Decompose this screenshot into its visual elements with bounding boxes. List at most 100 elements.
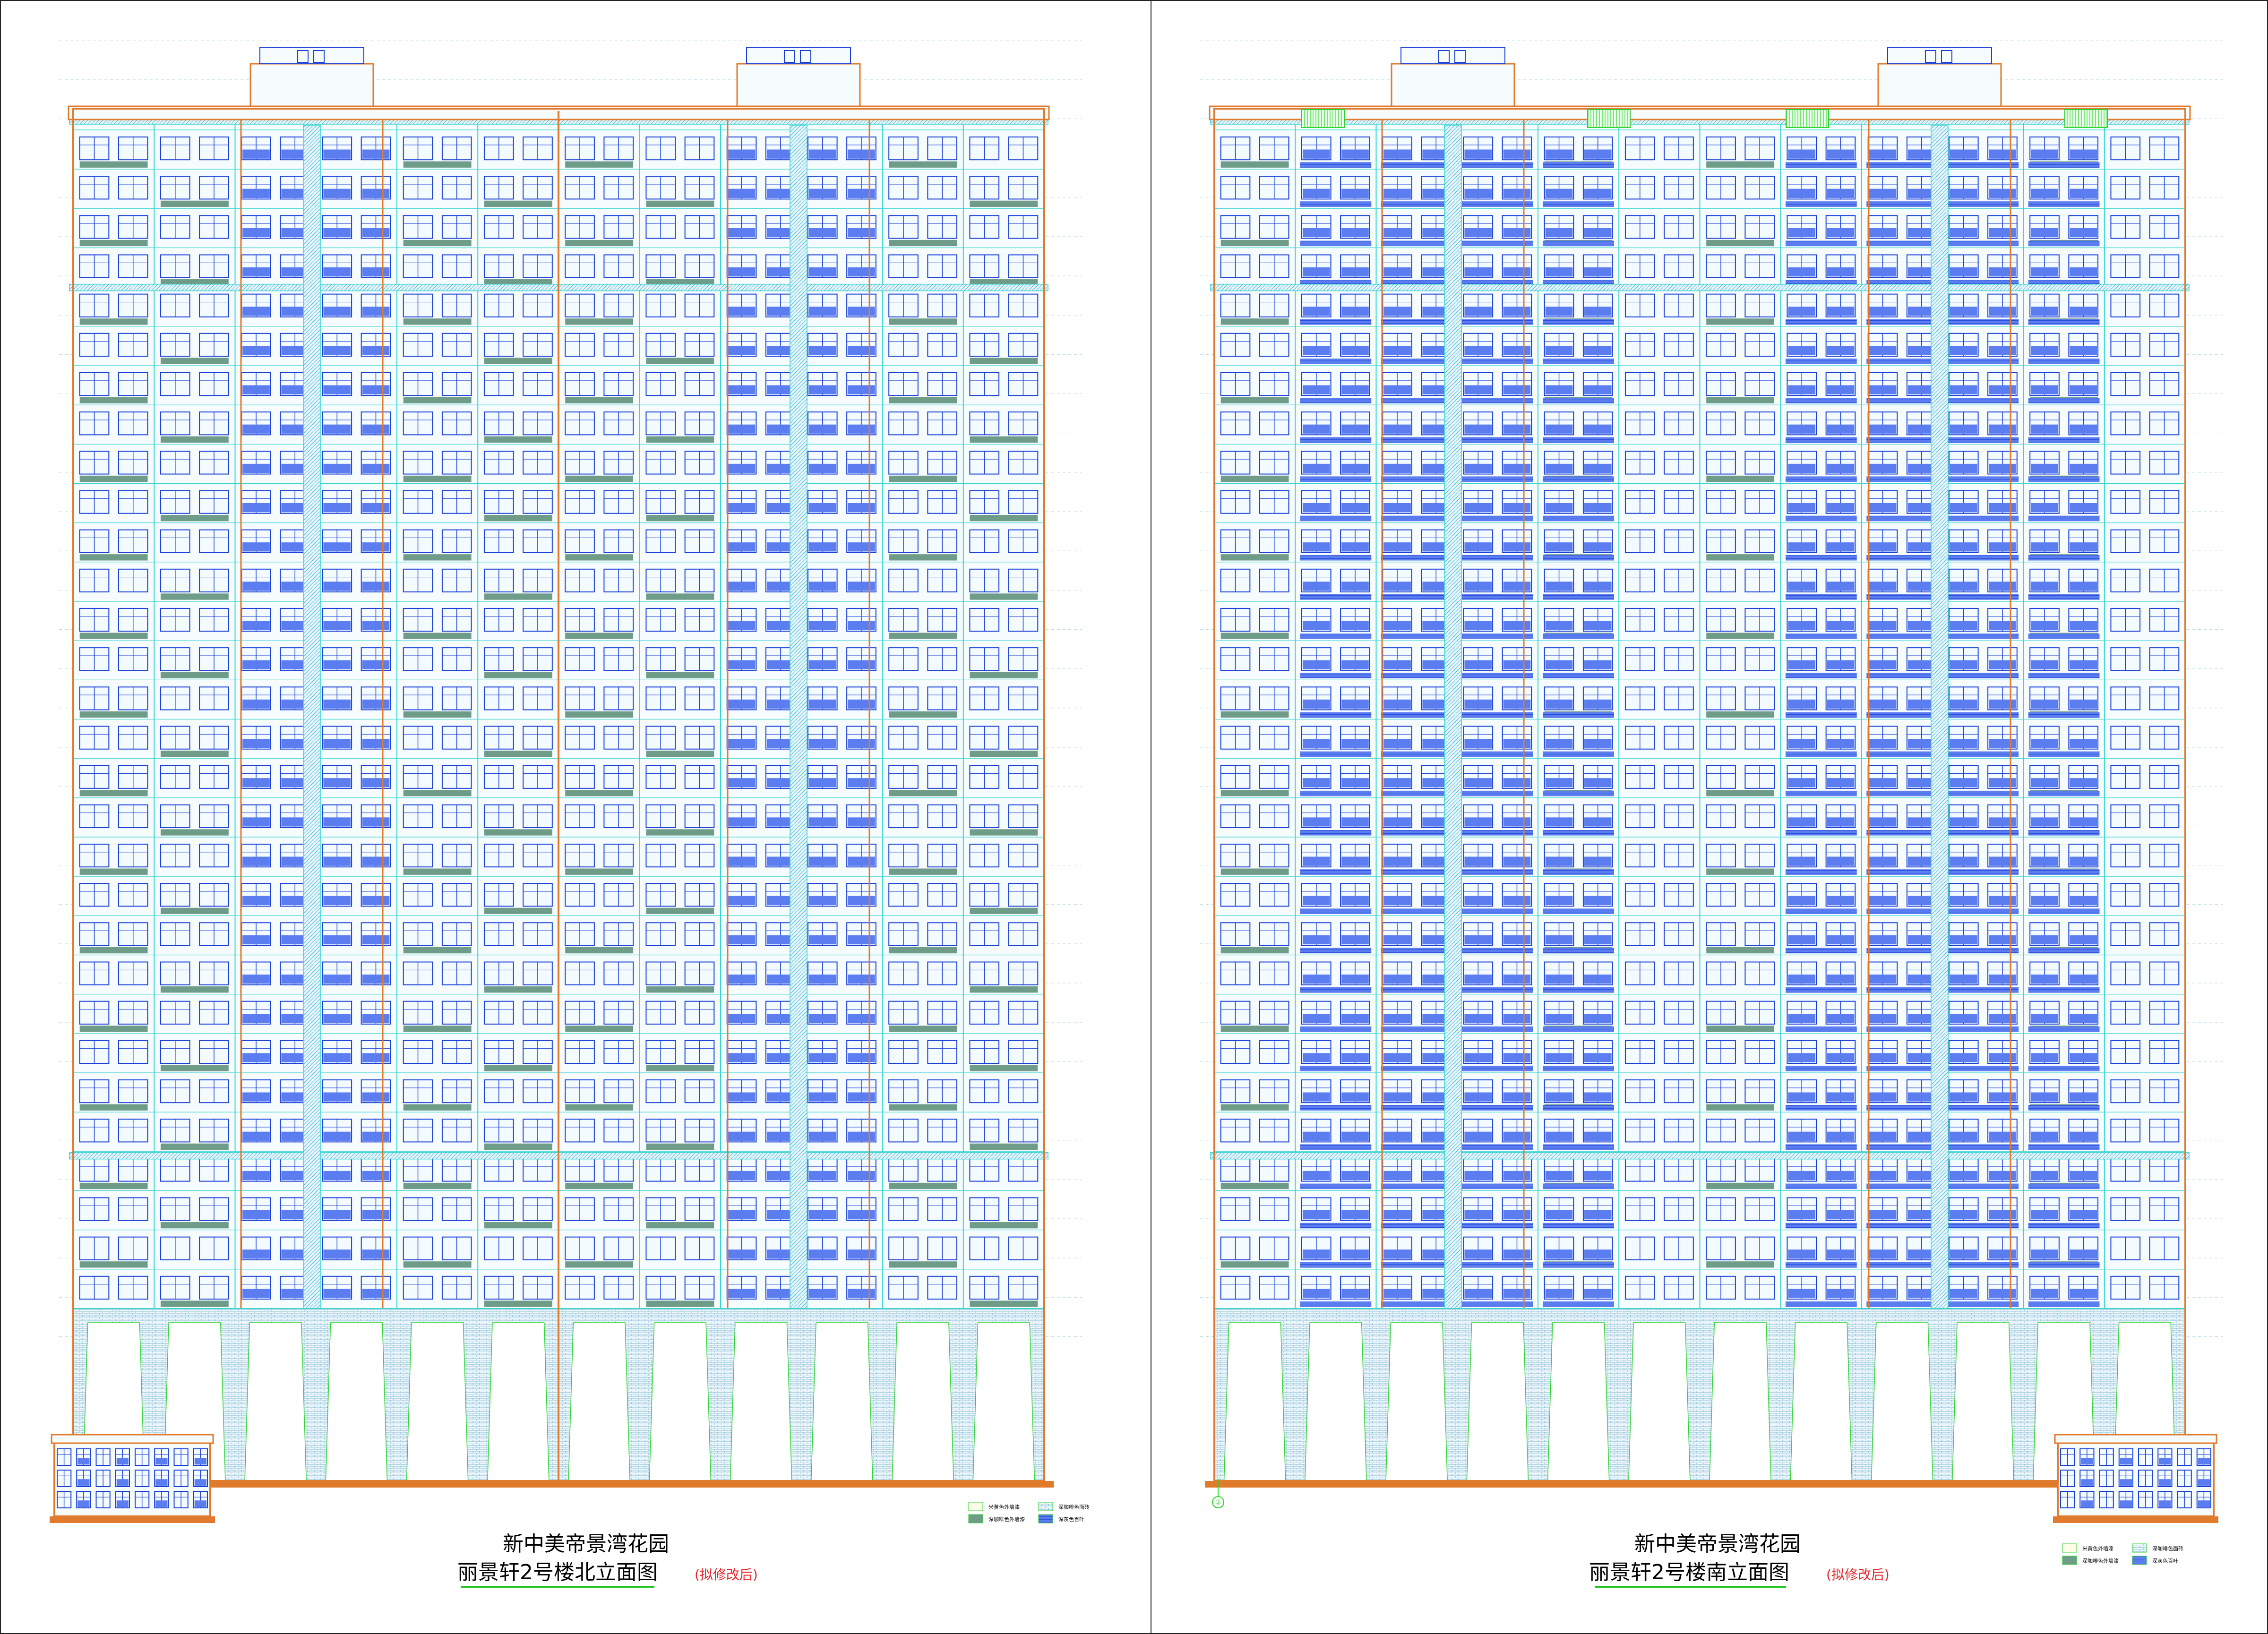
- spandrel-panel: [160, 986, 229, 993]
- spandrel-panel: [565, 397, 634, 403]
- glass-panel: [1989, 307, 2016, 316]
- louver-band: [2028, 948, 2100, 954]
- glass-panel: [808, 463, 836, 473]
- spandrel-panel: [1220, 318, 1289, 325]
- glass-panel: [1545, 1014, 1573, 1023]
- glass-panel: [1869, 346, 1897, 355]
- glass-panel: [2031, 975, 2058, 984]
- spandrel-panel: [970, 751, 1038, 757]
- louver-band: [2028, 555, 2100, 561]
- glass-panel: [362, 228, 390, 238]
- spandrel-panel: [565, 1261, 634, 1268]
- louver-band: [2028, 790, 2100, 796]
- glass-panel: [1950, 739, 1977, 748]
- spandrel-panel: [79, 1182, 148, 1189]
- glass-panel: [848, 739, 875, 748]
- spandrel-panel: [565, 161, 634, 168]
- spandrel-panel: [646, 358, 714, 364]
- glass-panel: [848, 463, 875, 473]
- spandrel-panel: [484, 1065, 552, 1071]
- glass-panel: [1950, 188, 1977, 198]
- spandrel-panel: [403, 1261, 472, 1268]
- glass-panel: [2031, 503, 2058, 513]
- spandrel-panel: [1220, 240, 1289, 247]
- glass-panel: [242, 896, 270, 905]
- glass-panel: [1584, 621, 1612, 630]
- glass-panel: [1545, 582, 1573, 591]
- louver-band: [1381, 476, 1452, 482]
- spandrel-panel: [484, 986, 552, 993]
- louver-band: [1462, 751, 1533, 757]
- glass-panel: [1464, 856, 1492, 866]
- glass-panel: [155, 1458, 168, 1465]
- spandrel-panel: [160, 907, 229, 915]
- glass-panel: [848, 149, 875, 159]
- glass-panel: [1827, 424, 1855, 434]
- spandrel-panel: [565, 554, 634, 561]
- glass-panel: [1788, 503, 1816, 513]
- spandrel-panel: [1220, 397, 1289, 403]
- glass-panel: [1584, 856, 1612, 866]
- glass-panel: [1464, 346, 1492, 355]
- louver-band: [1381, 240, 1452, 247]
- glass-panel: [362, 1171, 390, 1181]
- louver-band: [1786, 476, 1857, 482]
- glass-panel: [848, 1131, 875, 1141]
- spandrel-panel: [889, 1104, 957, 1111]
- louver-band: [1543, 948, 1614, 954]
- glass-panel: [1464, 896, 1492, 905]
- glass-panel: [1989, 856, 2016, 866]
- glass-panel: [848, 1171, 875, 1181]
- glass-panel: [242, 188, 270, 198]
- louver-band: [1300, 398, 1372, 403]
- spandrel-panel: [1706, 397, 1775, 403]
- louver-band: [1866, 201, 1938, 207]
- glass-panel: [1503, 385, 1531, 394]
- glass-panel: [1341, 621, 1369, 630]
- glass-panel: [728, 542, 756, 552]
- glass-panel: [1989, 660, 2016, 669]
- spandrel-panel: [484, 1143, 552, 1150]
- louver-band: [1300, 319, 1372, 325]
- glass-panel: [1341, 346, 1369, 355]
- spandrel-panel: [646, 751, 714, 757]
- louver-band: [1300, 633, 1372, 639]
- spandrel-panel: [889, 947, 957, 954]
- glass-panel: [1383, 463, 1411, 473]
- spandrel-panel: [403, 318, 472, 325]
- glass-panel: [362, 1210, 390, 1220]
- glass-panel: [362, 739, 390, 748]
- glass-panel: [1302, 188, 1330, 198]
- glass-panel: [323, 935, 351, 945]
- glass-panel: [1302, 582, 1330, 591]
- spandrel-panel: [160, 515, 229, 522]
- glass-panel: [1584, 463, 1612, 473]
- spandrel-panel: [970, 358, 1038, 364]
- glass-panel: [1989, 778, 2016, 787]
- spandrel-panel: [79, 711, 148, 718]
- spandrel-panel: [1220, 711, 1289, 718]
- louver-band: [1381, 1026, 1452, 1032]
- glass-panel: [1341, 267, 1369, 277]
- spandrel-panel: [565, 1104, 634, 1111]
- roof-tower: [249, 63, 374, 110]
- louver-band: [1381, 633, 1452, 639]
- glass-panel: [1950, 856, 1977, 866]
- glass-panel: [1545, 975, 1573, 984]
- louver-band: [2028, 319, 2100, 325]
- glass-panel: [1545, 935, 1573, 945]
- glass-panel: [323, 542, 351, 552]
- glass-panel: [1788, 621, 1816, 630]
- glass-panel: [1584, 424, 1612, 434]
- spandrel-panel: [646, 436, 714, 443]
- glass-panel: [848, 660, 875, 669]
- spandrel-panel: [889, 318, 957, 325]
- glass-panel: [1827, 896, 1855, 905]
- roof-vent: [313, 50, 325, 63]
- glass-panel: [1989, 935, 2016, 945]
- louver-band: [1786, 240, 1857, 247]
- shopfront: [649, 1322, 712, 1481]
- glass-panel: [362, 503, 390, 513]
- glass-panel: [242, 503, 270, 513]
- spandrel-panel: [970, 986, 1038, 993]
